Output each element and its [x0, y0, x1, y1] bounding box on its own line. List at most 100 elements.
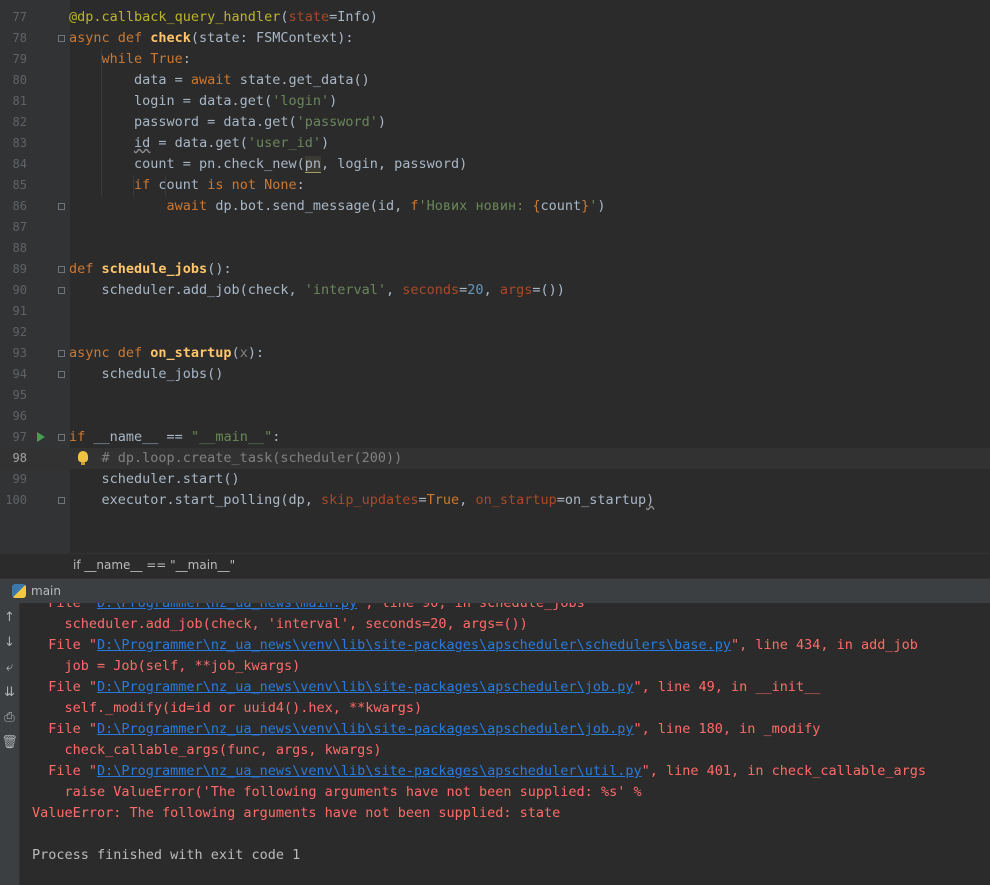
- file-link[interactable]: D:\Programmer\nz_ua_news\venv\lib\site-p…: [97, 721, 633, 737]
- console-text: ", line 434, in add_job: [731, 637, 918, 653]
- code-line[interactable]: 85 if count is not None:: [0, 175, 990, 196]
- code-line[interactable]: 98 # dp.loop.create_task(scheduler(200)): [0, 448, 990, 469]
- console-line: ValueError: The following arguments have…: [32, 803, 560, 824]
- code-line[interactable]: 83 id = data.get('user_id'): [0, 133, 990, 154]
- code-text: if count is not None:: [69, 175, 305, 196]
- lightbulb-icon[interactable]: [78, 451, 88, 465]
- fold-icon[interactable]: [58, 266, 65, 273]
- code-line[interactable]: 77 @dp.callback_query_handler(state=Info): [0, 7, 990, 28]
- fold-icon[interactable]: [58, 287, 65, 294]
- code-text: @dp.callback_query_handler(state=Info): [69, 7, 378, 28]
- code-line[interactable]: 90 scheduler.add_job(check, 'interval', …: [0, 280, 990, 301]
- run-gutter-icon[interactable]: [37, 432, 45, 442]
- line-number: 91: [12, 304, 27, 318]
- code-token: ):: [247, 345, 265, 361]
- fold-icon[interactable]: [58, 434, 65, 441]
- file-link[interactable]: D:\Programmer\nz_ua_news\venv\lib\site-p…: [97, 763, 642, 779]
- fold-icon[interactable]: [58, 35, 65, 42]
- code-token: check: [150, 30, 191, 46]
- code-token: dp.bot.send_message(id,: [215, 198, 411, 214]
- breadcrumb[interactable]: if __name__ == "__main__": [0, 553, 990, 578]
- trash-icon[interactable]: 🗑: [0, 732, 19, 754]
- code-line[interactable]: 79 while True:: [0, 49, 990, 70]
- code-token: :: [272, 429, 281, 445]
- code-line[interactable]: 91: [0, 301, 990, 322]
- console-line: self._modify(id=id or uuid4().hex, **kwa…: [32, 698, 423, 719]
- code-token: login = data.get(: [69, 93, 273, 109]
- code-token: await: [190, 72, 240, 88]
- soft-wrap-icon[interactable]: ⤶: [0, 657, 19, 679]
- code-line[interactable]: 84 count = pn.check_new(pn, login, passw…: [0, 154, 990, 175]
- arrow-down-icon[interactable]: ↓: [0, 632, 19, 654]
- code-editor[interactable]: 77 @dp.callback_query_handler(state=Info)…: [0, 0, 990, 553]
- code-line[interactable]: 100 executor.start_polling(dp, skip_upda…: [0, 490, 990, 511]
- run-tool-window-header[interactable]: main: [0, 578, 990, 604]
- fold-icon[interactable]: [58, 203, 65, 210]
- fold-icon[interactable]: [58, 350, 65, 357]
- code-text: data = await state.get_data(): [69, 70, 370, 91]
- code-text: password = data.get('password'): [69, 112, 386, 133]
- code-token: True: [426, 492, 460, 508]
- code-line[interactable]: 88: [0, 238, 990, 259]
- tab-main[interactable]: main: [31, 584, 61, 598]
- code-line[interactable]: 87: [0, 217, 990, 238]
- scroll-to-end-icon[interactable]: ⇊: [0, 682, 19, 704]
- run-console[interactable]: ↑ ↓ ⤶ ⇊ ⎙ 🗑 File "D:\Programmer\nz_ua_news\ma…: [0, 603, 990, 885]
- console-text: ", line 180, in _modify: [633, 721, 821, 737]
- code-line[interactable]: 78 async def check(state: FSMContext):: [0, 28, 990, 49]
- code-token: async def: [69, 345, 151, 361]
- code-token: 'login': [272, 93, 330, 109]
- arrow-up-icon[interactable]: ↑: [0, 607, 19, 629]
- fold-icon[interactable]: [58, 371, 65, 378]
- code-token: scheduler.start(): [69, 471, 240, 487]
- console-text: ValueError: The following arguments have…: [32, 805, 561, 821]
- print-icon[interactable]: ⎙: [0, 707, 19, 729]
- code-line[interactable]: 89 def schedule_jobs():: [0, 259, 990, 280]
- code-token: f: [410, 198, 419, 214]
- line-number: 83: [12, 136, 27, 150]
- code-token: =on_startup: [556, 492, 647, 508]
- code-text: schedule_jobs(): [69, 364, 224, 385]
- code-line[interactable]: 92: [0, 322, 990, 343]
- console-text: ", line 49, in __init__: [633, 679, 821, 695]
- breadcrumb-item[interactable]: if __name__ == "__main__": [73, 558, 235, 572]
- code-text: async def check(state: FSMContext):: [69, 28, 353, 49]
- fold-icon[interactable]: [58, 497, 65, 504]
- code-line[interactable]: 95: [0, 385, 990, 406]
- console-toolbar: ↑ ↓ ⤶ ⇊ ⎙ 🗑: [0, 603, 20, 885]
- code-line[interactable]: 86 await dp.bot.send_message(id, f'Нових…: [0, 196, 990, 217]
- file-link[interactable]: D:\Programmer\nz_ua_news\venv\lib\site-p…: [97, 637, 731, 653]
- code-line[interactable]: 96: [0, 406, 990, 427]
- code-line[interactable]: 93 async def on_startup(x):: [0, 343, 990, 364]
- code-token: (: [231, 345, 240, 361]
- console-text: scheduler.add_job(check, 'interval', sec…: [32, 616, 528, 632]
- console-text: File ": [32, 679, 98, 695]
- code-token: (state: FSMContext):: [190, 30, 354, 46]
- file-link[interactable]: D:\Programmer\nz_ua_news\main.py: [97, 603, 357, 611]
- console-line: job = Job(self, **job_kwargs): [32, 656, 301, 677]
- code-line[interactable]: 80 data = await state.get_data(): [0, 70, 990, 91]
- line-number: 80: [12, 73, 27, 87]
- code-line[interactable]: 82 password = data.get('password'): [0, 112, 990, 133]
- code-token: schedule_jobs(): [69, 366, 224, 382]
- code-token: count: [540, 198, 582, 214]
- console-line: scheduler.add_job(check, 'interval', sec…: [32, 614, 528, 635]
- console-line: File "D:\Programmer\nz_ua_news\main.py",…: [32, 603, 584, 614]
- code-line[interactable]: 94 schedule_jobs(): [0, 364, 990, 385]
- code-text: count = pn.check_new(pn, login, password…: [69, 154, 467, 175]
- console-text: self._modify(id=id or uuid4().hex, **kwa…: [32, 700, 423, 716]
- code-text: scheduler.add_job(check, 'interval', sec…: [69, 280, 565, 301]
- line-number: 78: [12, 31, 27, 45]
- code-line[interactable]: 81 login = data.get('login'): [0, 91, 990, 112]
- file-link[interactable]: D:\Programmer\nz_ua_news\venv\lib\site-p…: [97, 679, 633, 695]
- code-token: id: [134, 135, 151, 151]
- code-line[interactable]: 99 scheduler.start(): [0, 469, 990, 490]
- console-text: File ": [32, 721, 98, 737]
- code-token: :: [182, 51, 191, 67]
- code-line[interactable]: 97 if __name__ == "__main__":: [0, 427, 990, 448]
- code-token: await: [166, 198, 216, 214]
- line-number: 77: [12, 10, 27, 24]
- code-token: = data.get(: [150, 135, 248, 151]
- console-text: File ": [32, 637, 98, 653]
